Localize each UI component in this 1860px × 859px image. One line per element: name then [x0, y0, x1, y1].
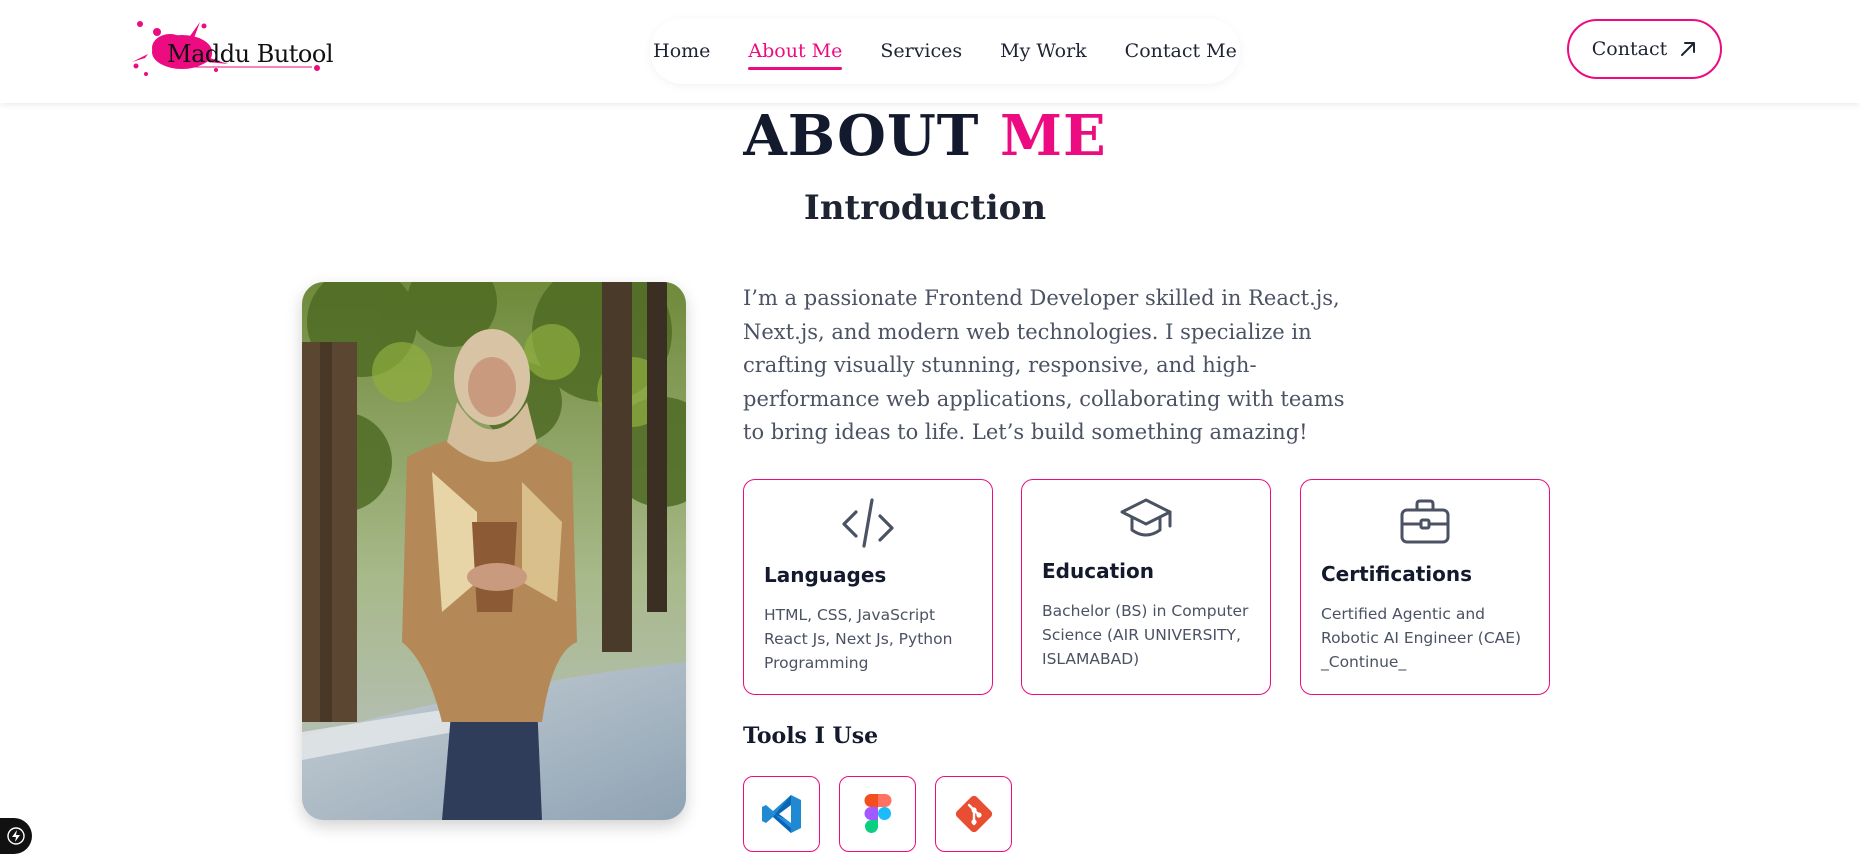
card-description: Bachelor (BS) in Computer Science (AIR U… — [1042, 602, 1249, 668]
figma-icon — [864, 794, 891, 833]
main-nav: Home About Me Services My Work Contact M… — [650, 18, 1240, 84]
intro-paragraph: I’m a passionate Frontend Developer skil… — [743, 286, 1345, 445]
card-description: HTML, CSS, JavaScript React Js, Next Js,… — [764, 606, 953, 672]
vscode-icon — [761, 795, 801, 833]
section-subtitle: Introduction — [803, 188, 1047, 228]
profile-photo — [302, 282, 686, 820]
page-title-main: ABOUT — [743, 103, 980, 169]
card-certifications: Certifications Certified Agentic and Rob… — [1300, 479, 1550, 695]
dev-tools-badge[interactable] — [0, 818, 32, 854]
arrow-up-right-icon — [1681, 42, 1696, 56]
logo[interactable]: Maddu Butool — [130, 18, 334, 80]
nav-item-about-me[interactable]: About Me — [729, 18, 861, 84]
tool-figma[interactable] — [839, 776, 916, 852]
site-header: Maddu Butool Home About Me Services My W… — [0, 0, 1860, 103]
card-education: Education Bachelor (BS) in Computer Scie… — [1021, 479, 1271, 695]
nav-item-my-work[interactable]: My Work — [981, 18, 1106, 84]
code-icon — [744, 498, 992, 550]
nav-item-contact-me[interactable]: Contact Me — [1106, 18, 1256, 84]
graduation-cap-icon — [1022, 496, 1270, 544]
tools-heading: Tools I Use — [743, 723, 879, 749]
contact-button-label: Contact — [1591, 38, 1668, 60]
page-title-accent: ME — [999, 103, 1107, 169]
card-title: Languages — [764, 563, 887, 587]
tool-git[interactable] — [935, 776, 1012, 852]
card-description: Certified Agentic and Robotic AI Enginee… — [1321, 605, 1522, 671]
logo-text: Maddu Butool — [167, 40, 334, 68]
nav-item-services[interactable]: Services — [861, 18, 981, 84]
tool-vscode[interactable] — [743, 776, 820, 852]
card-title: Certifications — [1321, 562, 1472, 586]
nav-item-home[interactable]: Home — [634, 18, 729, 84]
page-title: ABOUT ME — [0, 103, 1850, 169]
card-title: Education — [1042, 559, 1154, 583]
card-languages: Languages HTML, CSS, JavaScript React Js… — [743, 479, 993, 695]
git-icon — [955, 795, 992, 833]
briefcase-icon — [1301, 498, 1549, 546]
contact-button[interactable]: Contact — [1567, 19, 1722, 79]
lightning-icon — [7, 827, 25, 845]
